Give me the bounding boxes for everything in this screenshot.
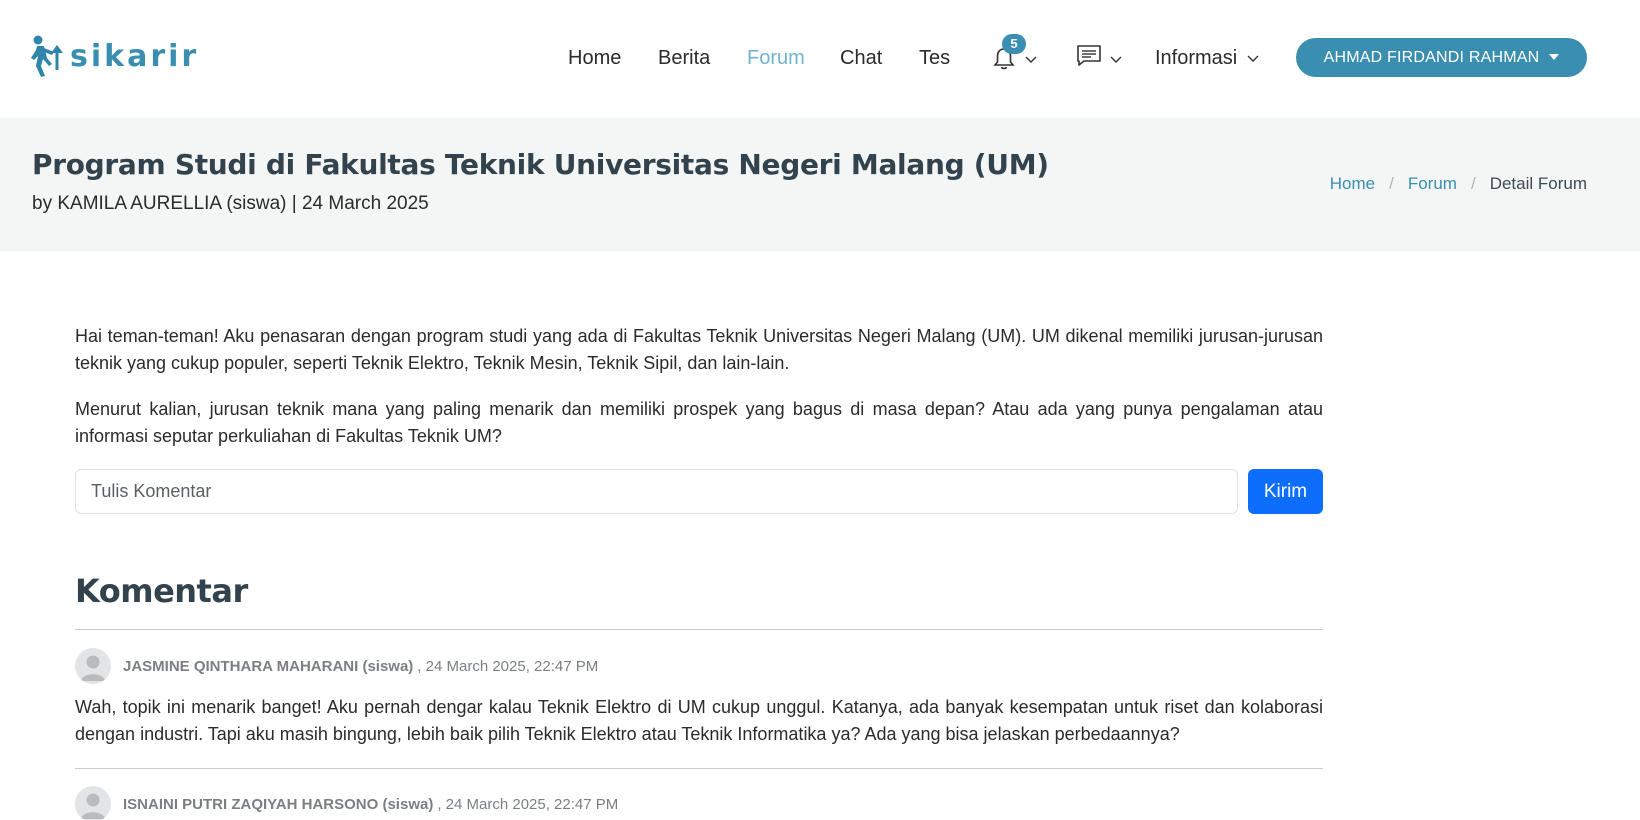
comment-date: , 24 March 2025, 22:47 PM: [437, 795, 619, 813]
comment-author: ISNAINI PUTRI ZAQIYAH HARSONO (siswa): [123, 795, 434, 813]
send-comment-button[interactable]: Kirim: [1248, 469, 1323, 514]
message-icon: [1077, 45, 1101, 66]
avatar: [75, 786, 111, 820]
avatar-placeholder-icon: [81, 655, 105, 681]
avatar: [75, 648, 111, 684]
notification-count-badge: 5: [1002, 34, 1026, 54]
site-header: sikarir Home Berita Forum Chat Tes Infor…: [0, 0, 1640, 118]
nav-informasi-label: Informasi: [1155, 47, 1238, 69]
breadcrumb-separator: /: [1389, 174, 1394, 193]
comment-header: JASMINE QINTHARA MAHARANI (siswa) , 24 M…: [75, 648, 1323, 684]
nav-informasi[interactable]: Informasi: [1155, 42, 1259, 74]
post-paragraph: Hai teman-teman! Aku penasaran dengan pr…: [75, 326, 1323, 373]
breadcrumb-current: Detail Forum: [1489, 174, 1587, 193]
comment-item: ISNAINI PUTRI ZAQIYAH HARSONO (siswa) , …: [75, 786, 1323, 820]
breadcrumb-forum[interactable]: Forum: [1408, 174, 1457, 194]
comments-heading: Komentar: [75, 572, 248, 610]
comment-input[interactable]: [75, 469, 1238, 514]
chevron-down-icon: [1247, 55, 1259, 62]
post-byline: by KAMILA AURELLIA (siswa) | 24 March 20…: [32, 193, 429, 214]
page-title: Program Studi di Fakultas Teknik Univers…: [32, 148, 1049, 181]
chevron-down-icon: [1025, 56, 1037, 63]
comment-header: ISNAINI PUTRI ZAQIYAH HARSONO (siswa) , …: [75, 786, 1323, 820]
avatar-placeholder-icon: [81, 793, 105, 819]
post-paragraph: Menurut kalian, jurusan teknik mana yang…: [75, 399, 1323, 446]
user-name: AHMAD FIRDANDI RAHMAN: [1323, 48, 1540, 66]
messages-dropdown[interactable]: [1074, 44, 1122, 74]
nav-tes[interactable]: Tes: [919, 42, 950, 74]
breadcrumb-separator: /: [1470, 174, 1476, 193]
comment-author: JASMINE QINTHARA MAHARANI (siswa): [123, 657, 414, 675]
breadcrumb-home[interactable]: Home: [1330, 174, 1375, 194]
notifications-dropdown[interactable]: 5: [992, 34, 1038, 74]
chevron-down-icon: [1110, 56, 1122, 63]
breadcrumb: Home / Forum / Detail Forum: [1330, 174, 1587, 194]
nav-berita[interactable]: Berita: [658, 42, 710, 74]
user-menu-button[interactable]: AHMAD FIRDANDI RAHMAN: [1296, 38, 1587, 77]
nav-chat[interactable]: Chat: [840, 42, 882, 74]
page-title-bar: Program Studi di Fakultas Teknik Univers…: [0, 118, 1640, 251]
nav-forum[interactable]: Forum: [747, 42, 805, 74]
comment-body: Wah, topik ini menarik banget! Aku perna…: [75, 697, 1323, 744]
divider: [75, 629, 1323, 630]
divider: [75, 768, 1323, 769]
caret-down-icon: [1549, 53, 1560, 60]
comment-item: JASMINE QINTHARA MAHARANI (siswa) , 24 M…: [75, 648, 1323, 748]
comment-date: , 24 March 2025, 22:47 PM: [417, 657, 599, 675]
nav-home[interactable]: Home: [568, 42, 621, 74]
